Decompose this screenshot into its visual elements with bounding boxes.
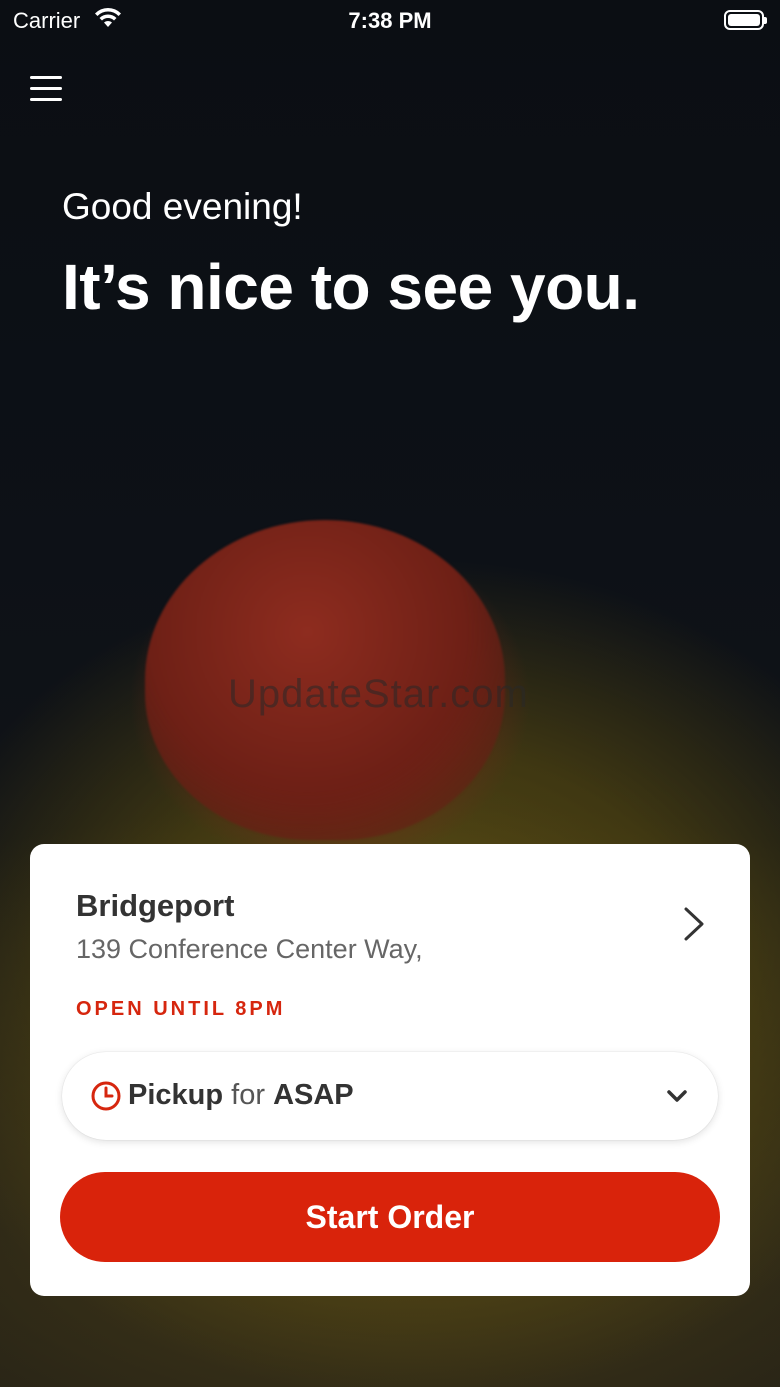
welcome-headline: It’s nice to see you. (62, 251, 640, 323)
pickup-time-selector[interactable]: Pickup for ASAP (62, 1052, 718, 1140)
battery-icon (724, 10, 767, 30)
store-address[interactable]: 139 Conference Center Way, (76, 934, 423, 965)
clock-time: 7:38 PM (348, 8, 432, 33)
order-mode-connector: for (231, 1079, 265, 1111)
store-name[interactable]: Bridgeport (76, 888, 234, 924)
chevron-down-icon (667, 1090, 687, 1102)
greeting-text: Good evening! (62, 186, 303, 227)
watermark: UpdateStar.com (228, 672, 529, 716)
location-card: Bridgeport 139 Conference Center Way, OP… (30, 844, 750, 1296)
order-mode-label: Pickup (128, 1079, 224, 1111)
hamburger-menu-icon[interactable] (30, 76, 62, 102)
pickup-mode-text: Pickup for ASAP (128, 1079, 354, 1112)
open-status-label: OPEN UNTIL 8PM (76, 998, 286, 1020)
status-bar: Carrier 7:38 PM (0, 0, 780, 44)
start-order-button[interactable]: Start Order (60, 1172, 720, 1262)
clock-icon (91, 1081, 121, 1111)
chevron-right-icon[interactable] (682, 906, 706, 942)
order-time-label: ASAP (273, 1079, 354, 1111)
